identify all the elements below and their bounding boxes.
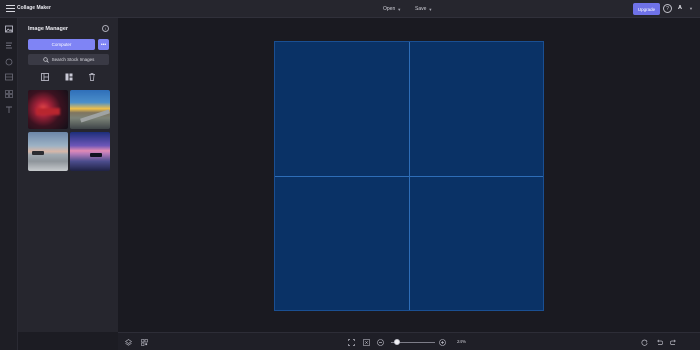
layers-icon[interactable] [4,42,14,50]
app-title: Collage Maker [17,5,51,11]
actual-size-icon[interactable] [363,339,370,346]
zoom-level-label: 24% [457,339,467,344]
search-icon [42,56,49,63]
trash-icon[interactable] [88,73,96,81]
search-stock-label: Search Stock Images [51,57,95,62]
layers-toggle-icon[interactable] [125,339,132,346]
redo-icon[interactable] [670,339,677,346]
tool-rail [0,18,18,350]
shapes-icon[interactable] [4,58,14,66]
layout-icon[interactable] [4,73,14,81]
grid-line-horizontal[interactable] [275,176,543,177]
hamburger-menu-icon[interactable] [6,4,15,13]
info-icon[interactable]: i [102,25,109,32]
image-thumbnail[interactable] [28,90,68,129]
grid-view-icon[interactable] [41,73,49,81]
open-menu[interactable]: Open ▼ [380,4,404,14]
bottom-toolbar [118,332,700,350]
upload-computer-button[interactable]: Computer [28,39,95,50]
open-menu-label: Open [383,6,396,12]
elements-icon[interactable] [4,90,14,98]
chevron-down-icon: ▼ [428,6,433,12]
image-manager-panel: Image Manager [18,18,118,332]
collage-canvas[interactable] [274,41,544,311]
image-thumbnail[interactable] [28,132,68,171]
avatar[interactable]: A [678,5,682,11]
search-stock-images-button[interactable]: Search Stock Images [28,54,109,65]
more-options-button[interactable]: ••• [98,39,109,50]
zoom-out-icon[interactable] [377,339,384,346]
qr-grid-icon[interactable] [141,339,148,346]
reset-icon[interactable] [641,339,648,346]
chevron-down-icon: ▼ [397,6,402,12]
upgrade-button[interactable]: Upgrade [633,3,660,15]
masonry-view-icon[interactable] [65,73,73,81]
text-icon[interactable] [4,106,14,114]
images-icon[interactable] [4,25,14,33]
chevron-down-icon[interactable]: ▼ [689,6,693,11]
undo-icon[interactable] [656,339,663,346]
fit-screen-icon[interactable] [348,339,355,346]
image-thumbnail[interactable] [70,90,110,129]
panel-title: Image Manager [28,26,69,32]
top-bar: Collage Maker Open ▼ Save ▼ Upgrade ? A … [0,0,700,18]
zoom-in-icon[interactable] [439,339,446,346]
save-menu-label: Save [415,6,427,12]
zoom-slider-handle[interactable] [393,339,400,345]
image-thumbnail[interactable] [70,132,110,171]
help-icon[interactable]: ? [663,4,672,13]
save-menu[interactable]: Save ▼ [412,4,435,14]
